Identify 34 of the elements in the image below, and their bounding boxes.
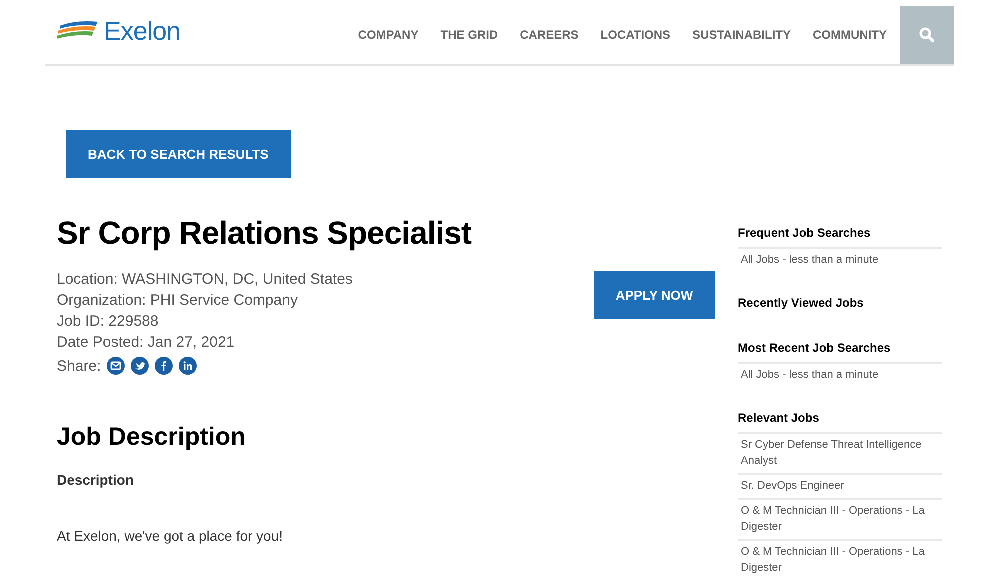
nav-link[interactable]: COMPANY	[358, 28, 419, 42]
sidebar-heading: Most Recent Job Searches	[738, 341, 892, 357]
facebook-icon[interactable]	[155, 357, 174, 376]
twitter-icon[interactable]	[131, 357, 150, 376]
logo-icon	[56, 20, 100, 42]
nav-link[interactable]: COMMUNITY	[813, 28, 887, 42]
job-title: Sr Corp Relations Specialist	[57, 216, 473, 252]
back-button[interactable]: BACK TO SEARCH RESULTS	[66, 130, 291, 178]
description-label: Description	[57, 472, 136, 488]
job-detail: Job ID: 229588	[57, 312, 160, 332]
sidebar-link[interactable]: Sr Cyber Defense Threat Intelligence Analyst	[738, 432, 942, 473]
nav-link[interactable]: THE GRID	[440, 28, 498, 42]
nav-link[interactable]: LOCATIONS	[600, 28, 671, 42]
email-icon[interactable]	[107, 357, 126, 376]
sidebar-heading: Recently Viewed Jobs	[738, 296, 865, 312]
job-detail: Location: WASHINGTON, DC, United States	[57, 270, 353, 290]
section-heading: Job Description	[57, 423, 247, 452]
description-text: At Exelon, we've got a place for you!	[57, 528, 284, 544]
sidebar-link[interactable]: O & M Technician III - Operations - La Digester	[738, 539, 942, 578]
sidebar-link[interactable]: Sr. DevOps Engineer	[738, 473, 942, 498]
nav-link[interactable]: SUSTAINABILITY	[692, 28, 791, 42]
share-label: Share:	[57, 358, 102, 375]
logo-text[interactable]: Exelon	[104, 16, 180, 46]
sidebar-heading: Relevant Jobs	[738, 411, 820, 427]
job-detail: Organization: PHI Service Company	[57, 291, 299, 312]
sidebar-heading: Frequent Job Searches	[738, 226, 872, 242]
apply-button[interactable]: APPLY NOW	[594, 271, 715, 320]
job-detail: Date Posted: Jan 27, 2021	[57, 333, 236, 354]
sidebar-link[interactable]: All Jobs - less than a minute	[738, 247, 942, 272]
sidebar-link[interactable]: All Jobs - less than a minute	[738, 362, 942, 387]
search-icon	[919, 27, 935, 43]
sidebar-link[interactable]: O & M Technician III - Operations - La Digester	[738, 498, 942, 539]
nav-link[interactable]: CAREERS	[520, 28, 579, 42]
linkedin-icon[interactable]	[179, 357, 198, 376]
